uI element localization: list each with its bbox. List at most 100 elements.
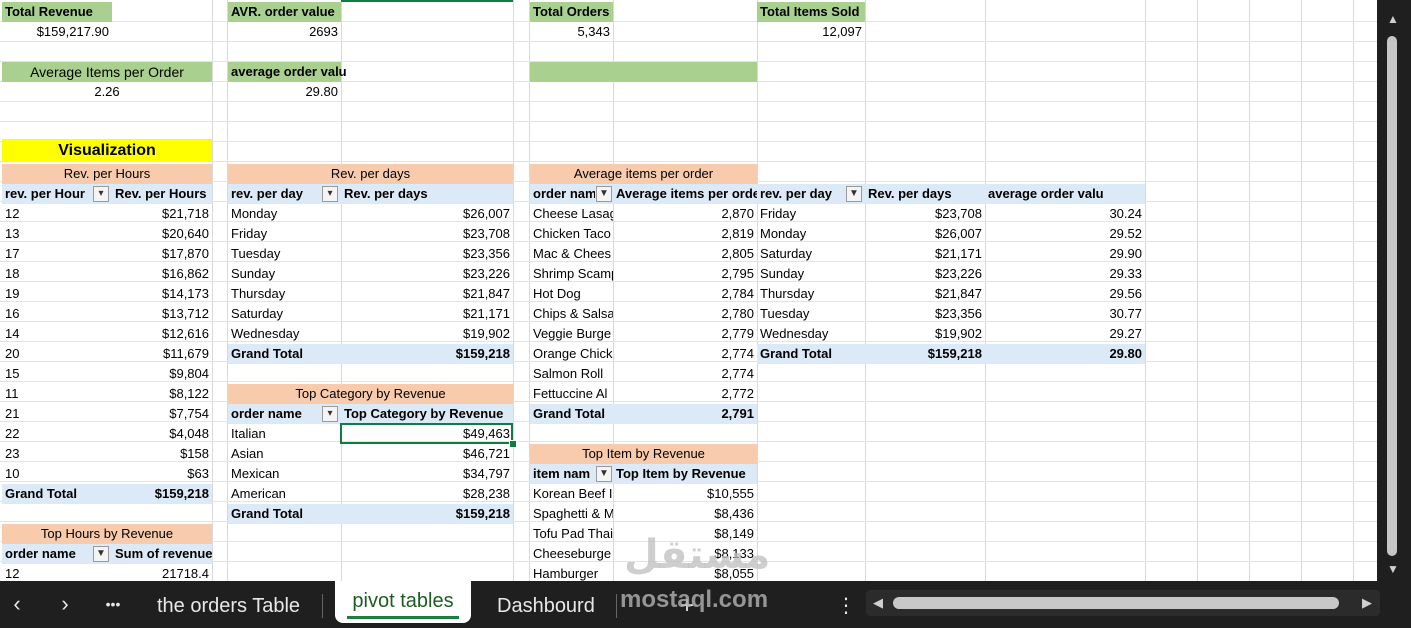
table-cell[interactable]: 2,805	[613, 244, 757, 264]
avr-order-value[interactable]: 2693	[228, 22, 341, 42]
table-cell[interactable]: $23,708	[865, 204, 985, 224]
table-cell[interactable]: 30.24	[985, 204, 1145, 224]
grand-total-value[interactable]: $159,218	[341, 504, 513, 524]
table-cell[interactable]: 16	[2, 304, 112, 324]
table-cell[interactable]: $26,007	[865, 224, 985, 244]
table-cell[interactable]: 10	[2, 464, 112, 484]
table-cell[interactable]: $23,356	[865, 304, 985, 324]
spreadsheet-grid[interactable]: Total Revenue $159,217.90 AVR. order val…	[0, 0, 1377, 581]
table-cell[interactable]: $23,356	[341, 244, 513, 264]
table-cell[interactable]: $63	[112, 464, 212, 484]
table-cell[interactable]: 15	[2, 364, 112, 384]
table-cell[interactable]: 29.56	[985, 284, 1145, 304]
grand-total-value[interactable]: $159,218	[341, 344, 513, 364]
vertical-scroll-thumb[interactable]	[1387, 36, 1397, 556]
tab-dashboard[interactable]: Dashbourd	[497, 588, 595, 624]
table-cell[interactable]: Wednesday	[757, 324, 865, 344]
table-cell[interactable]: 29.90	[985, 244, 1145, 264]
scroll-up-icon[interactable]: ▲	[1385, 12, 1401, 26]
table-cell[interactable]: $10,555	[613, 484, 757, 504]
table-cell[interactable]: 17	[2, 244, 112, 264]
filter-icon[interactable]: ▼	[596, 186, 612, 202]
table-cell[interactable]: 2,779	[613, 324, 757, 344]
table-cell[interactable]: Friday	[228, 224, 341, 244]
table-cell[interactable]: Thursday	[228, 284, 341, 304]
selected-cell[interactable]	[340, 423, 513, 444]
table-cell[interactable]: Monday	[228, 204, 341, 224]
table-cell[interactable]: $8,436	[613, 504, 757, 524]
table-cell[interactable]: Orange Chick	[530, 344, 613, 364]
table-cell[interactable]: Veggie Burge	[530, 324, 613, 344]
table-cell[interactable]: 2,784	[613, 284, 757, 304]
table-cell[interactable]: Cheese Lasag	[530, 204, 613, 224]
table-cell[interactable]: Sunday	[757, 264, 865, 284]
avg-order-value-value[interactable]: 29.80	[228, 82, 341, 102]
tab-orders-table[interactable]: the orders Table	[157, 588, 300, 624]
table-cell[interactable]: Mexican	[228, 464, 341, 484]
table-cell[interactable]: American	[228, 484, 341, 504]
table-cell[interactable]: 2,795	[613, 264, 757, 284]
table-cell[interactable]: $9,804	[112, 364, 212, 384]
table-cell[interactable]: 2,819	[613, 224, 757, 244]
table-cell[interactable]: $21,718	[112, 204, 212, 224]
table-cell[interactable]: 2,772	[613, 384, 757, 404]
sheet-options-icon[interactable]: ⋮	[836, 588, 856, 624]
table-cell[interactable]: 12	[2, 564, 112, 581]
scroll-left-icon[interactable]: ◀	[870, 592, 886, 614]
table-cell[interactable]: $23,226	[865, 264, 985, 284]
table-cell[interactable]: Thursday	[757, 284, 865, 304]
table-cell[interactable]: 21718.4	[112, 564, 212, 581]
table-cell[interactable]: Friday	[757, 204, 865, 224]
table-cell[interactable]: $23,226	[341, 264, 513, 284]
table-cell[interactable]: $21,847	[341, 284, 513, 304]
table-cell[interactable]: 18	[2, 264, 112, 284]
table-cell[interactable]: 29.33	[985, 264, 1145, 284]
fill-handle[interactable]	[509, 440, 517, 448]
total-revenue-value[interactable]: $159,217.90	[2, 22, 112, 42]
table-cell[interactable]: $21,171	[865, 244, 985, 264]
chevron-left-icon[interactable]: ‹	[2, 588, 32, 620]
grand-total-value[interactable]: $159,218	[112, 484, 212, 504]
filter-icon[interactable]: ▼	[596, 466, 612, 482]
table-cell[interactable]: 29.27	[985, 324, 1145, 344]
table-cell[interactable]: $14,173	[112, 284, 212, 304]
table-cell[interactable]: Italian	[228, 424, 341, 444]
table-cell[interactable]: 19	[2, 284, 112, 304]
table-cell[interactable]: Chips & Salsa	[530, 304, 613, 324]
table-cell[interactable]: $20,640	[112, 224, 212, 244]
table-cell[interactable]: $13,712	[112, 304, 212, 324]
table-cell[interactable]: 2,774	[613, 344, 757, 364]
table-cell[interactable]: $16,862	[112, 264, 212, 284]
table-cell[interactable]: $23,708	[341, 224, 513, 244]
horizontal-scroll-thumb[interactable]	[893, 597, 1339, 609]
table-cell[interactable]: Monday	[757, 224, 865, 244]
grand-total-avg[interactable]: 29.80	[985, 344, 1145, 364]
sort-filter-icon[interactable]: ▾	[93, 186, 109, 202]
total-items-value[interactable]: 12,097	[757, 22, 865, 42]
table-cell[interactable]: Salmon Roll	[530, 364, 613, 384]
table-cell[interactable]: $21,847	[865, 284, 985, 304]
grand-total-value[interactable]: $159,218	[865, 344, 985, 364]
table-cell[interactable]: Spaghetti & M	[530, 504, 613, 524]
table-cell[interactable]: Mac & Chees	[530, 244, 613, 264]
table-cell[interactable]: $21,171	[341, 304, 513, 324]
table-cell[interactable]: $46,721	[341, 444, 513, 464]
table-cell[interactable]: $8,122	[112, 384, 212, 404]
table-cell[interactable]: $4,048	[112, 424, 212, 444]
table-cell[interactable]: $11,679	[112, 344, 212, 364]
table-cell[interactable]: Tuesday	[757, 304, 865, 324]
scroll-right-icon[interactable]: ▶	[1359, 592, 1375, 614]
table-cell[interactable]: Korean Beef I	[530, 484, 613, 504]
table-cell[interactable]: $19,902	[341, 324, 513, 344]
table-cell[interactable]: 30.77	[985, 304, 1145, 324]
table-cell[interactable]: Asian	[228, 444, 341, 464]
table-cell[interactable]: 11	[2, 384, 112, 404]
table-cell[interactable]: Saturday	[757, 244, 865, 264]
table-cell[interactable]: Fettuccine Al	[530, 384, 613, 404]
table-cell[interactable]: $34,797	[341, 464, 513, 484]
table-cell[interactable]: 2,870	[613, 204, 757, 224]
table-cell[interactable]: Sunday	[228, 264, 341, 284]
table-cell[interactable]: $26,007	[341, 204, 513, 224]
chevron-right-icon[interactable]: ›	[50, 588, 80, 620]
more-tabs-icon[interactable]: •••	[98, 588, 128, 620]
